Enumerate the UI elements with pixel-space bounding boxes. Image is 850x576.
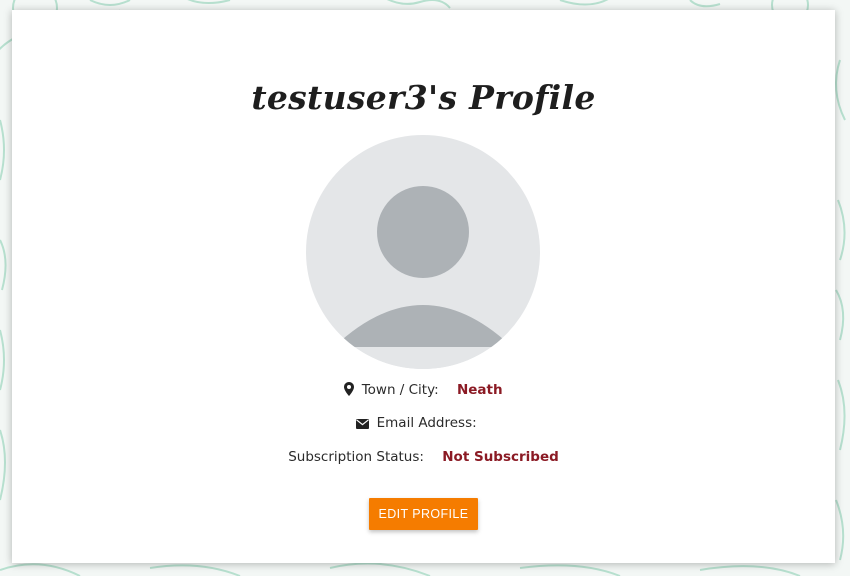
town-value: Neath <box>456 382 503 398</box>
subscription-status-value: Not Subscribed <box>442 449 559 465</box>
default-user-avatar <box>306 135 540 369</box>
town-row: Town / City: Neath <box>12 382 835 398</box>
profile-card: testuser3's Profile Town / City: Neath E… <box>12 10 835 563</box>
edit-profile-button[interactable]: EDIT PROFILE <box>369 498 478 530</box>
map-marker-icon <box>344 382 355 396</box>
town-label: Town / City: <box>361 382 439 398</box>
subscription-row: Subscription Status: Not Subscribed <box>12 449 835 465</box>
email-label: Email Address: <box>376 415 477 431</box>
page-title: testuser3's Profile <box>251 78 596 117</box>
envelope-icon <box>356 419 370 429</box>
email-row: Email Address: <box>12 415 835 431</box>
subscription-label: Subscription Status: <box>288 449 424 465</box>
